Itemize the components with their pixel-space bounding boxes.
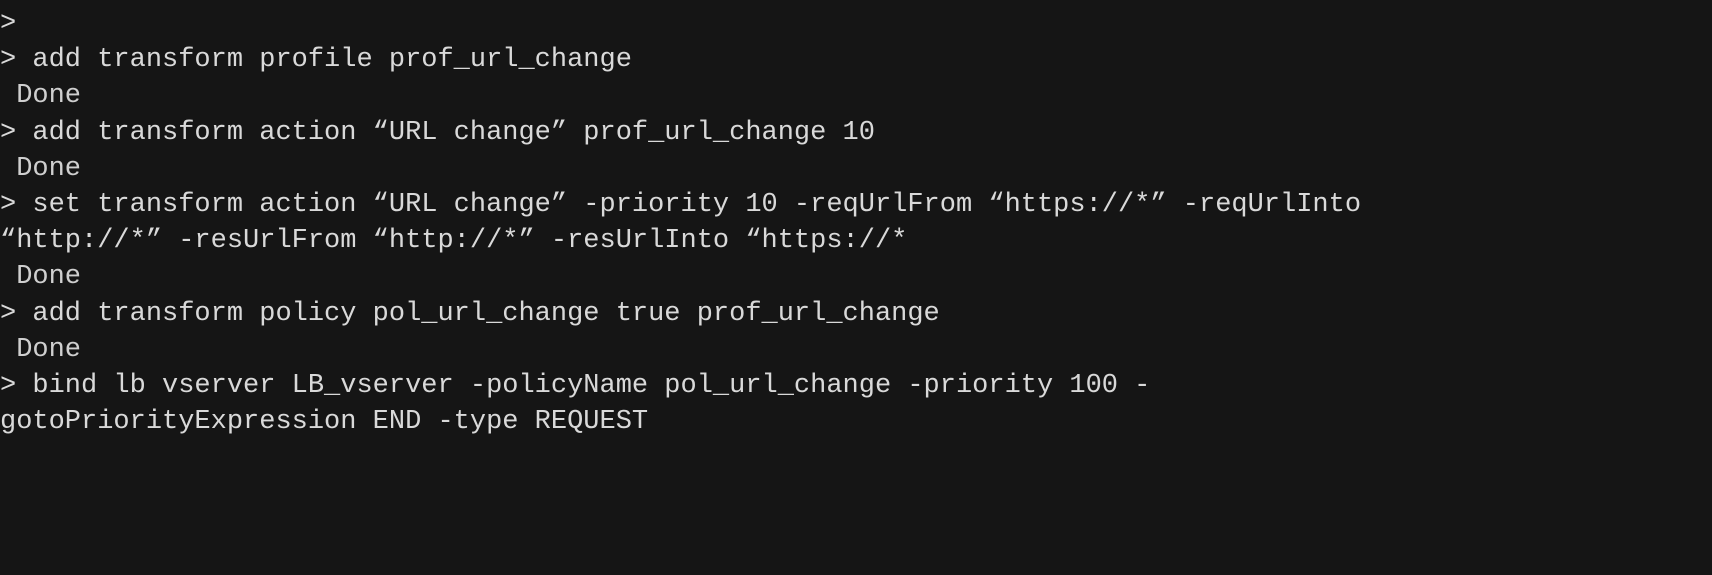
terminal-output-line: Done [0, 334, 82, 365]
terminal-line: > add transform policy pol_url_change tr… [0, 298, 940, 329]
terminal-continuation-line: “http://*” -resUrlFrom “http://*” -resUr… [0, 226, 908, 257]
terminal-output-line: Done [0, 81, 82, 112]
terminal-line: > add transform profile prof_url_change [0, 45, 632, 76]
terminal-line: > add transform action “URL change” prof… [0, 117, 875, 148]
terminal-output-line: Done [0, 153, 82, 184]
terminal-line: > set transform action “URL change” -pri… [0, 189, 1362, 220]
terminal-continuation-line: gotoPriorityExpression END -type REQUEST [0, 407, 649, 438]
terminal-line: > bind lb vserver LB_vserver -policyName… [0, 370, 1151, 401]
terminal-window[interactable]: > > add transform profile prof_url_chang… [0, 0, 1712, 575]
terminal-line: > [0, 9, 17, 39]
terminal-output-line: Done [0, 262, 82, 293]
